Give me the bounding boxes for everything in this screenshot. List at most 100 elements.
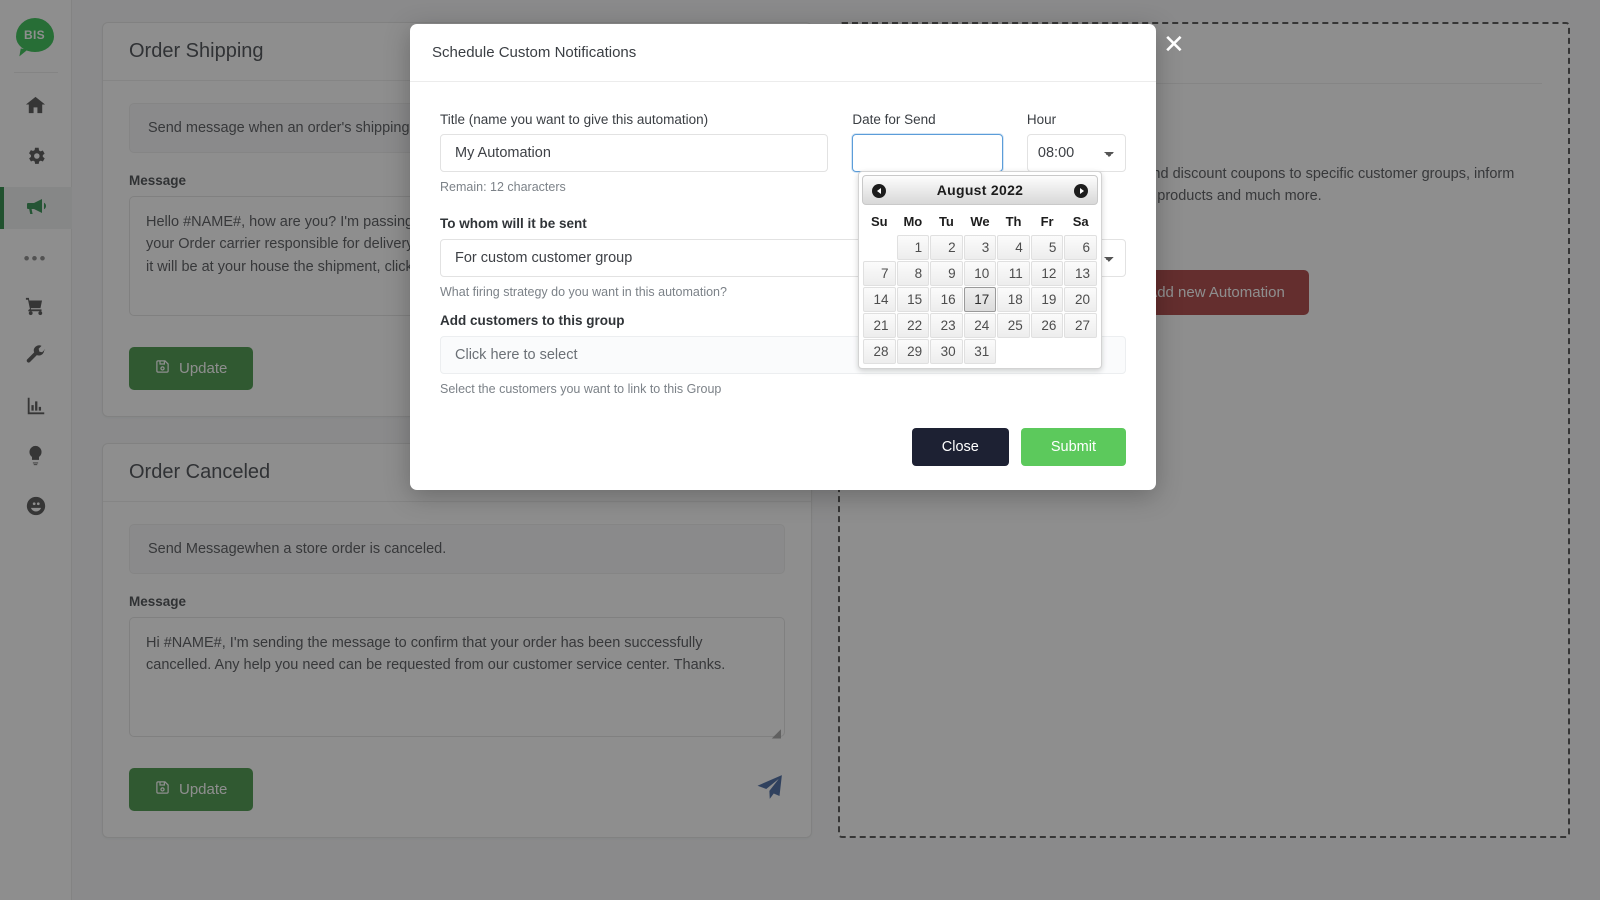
weekday-head: We (964, 209, 997, 234)
datepicker-day[interactable]: 1 (897, 235, 930, 260)
datepicker-day[interactable]: 6 (1064, 235, 1097, 260)
datepicker-day-cell[interactable]: 9 (930, 261, 963, 286)
datepicker-month-year: August 2022 (937, 182, 1024, 198)
date-for-send-input[interactable] (852, 134, 1003, 172)
datepicker-day[interactable]: 21 (863, 313, 896, 338)
weekday-head: Mo (897, 209, 930, 234)
datepicker-day-cell[interactable]: 31 (964, 339, 997, 364)
datepicker-day[interactable]: 14 (863, 287, 896, 312)
datepicker-day[interactable]: 7 (863, 261, 896, 286)
datepicker-day[interactable]: 26 (1031, 313, 1064, 338)
title-field-group: Title (name you want to give this automa… (440, 112, 828, 194)
hour-select[interactable]: 08:00 (1027, 134, 1126, 172)
modal-title: Schedule Custom Notifications (432, 44, 636, 61)
datepicker-day-cell[interactable]: 14 (863, 287, 896, 312)
datepicker-day-cell[interactable]: 15 (897, 287, 930, 312)
date-field-label: Date for Send (852, 112, 1003, 127)
datepicker-day-cell[interactable]: 22 (897, 313, 930, 338)
chevron-right-icon[interactable] (1071, 181, 1091, 201)
datepicker-day[interactable]: 15 (897, 287, 930, 312)
hour-field-label: Hour (1027, 112, 1126, 127)
datepicker-day-empty (1031, 339, 1064, 364)
weekday-head: Su (863, 209, 896, 234)
datepicker-day-cell[interactable]: 7 (863, 261, 896, 286)
datepicker-day[interactable]: 9 (930, 261, 963, 286)
datepicker-week-row: 14151617181920 (863, 287, 1097, 312)
datepicker-day[interactable]: 3 (964, 235, 997, 260)
app-root: BIS ••• (0, 0, 1600, 900)
datepicker-day-cell[interactable]: 6 (1064, 235, 1097, 260)
datepicker-day-cell[interactable]: 2 (930, 235, 963, 260)
datepicker-day-cell[interactable]: 21 (863, 313, 896, 338)
datepicker-header: August 2022 (862, 175, 1098, 205)
weekday-head: Th (997, 209, 1030, 234)
datepicker-day[interactable]: 22 (897, 313, 930, 338)
datepicker-day-cell[interactable]: 8 (897, 261, 930, 286)
datepicker-day[interactable]: 20 (1064, 287, 1097, 312)
datepicker-day-cell[interactable]: 23 (930, 313, 963, 338)
datepicker-day-cell[interactable]: 29 (897, 339, 930, 364)
datepicker-day[interactable]: 12 (1031, 261, 1064, 286)
datepicker-day-cell[interactable]: 27 (1064, 313, 1097, 338)
datepicker-body: 1234567891011121314151617181920212223242… (863, 235, 1097, 364)
datepicker-day-cell[interactable]: 18 (997, 287, 1030, 312)
title-field-hint: Remain: 12 characters (440, 180, 828, 194)
datepicker-day-cell[interactable]: 3 (964, 235, 997, 260)
datepicker-day-cell[interactable]: 1 (897, 235, 930, 260)
close-button[interactable]: Close (912, 428, 1009, 466)
weekday-head: Sa (1064, 209, 1097, 234)
datepicker-day[interactable]: 28 (863, 339, 896, 364)
modal-footer: Close Submit (410, 412, 1156, 490)
datepicker-day-cell[interactable]: 17 (964, 287, 997, 312)
customers-select-placeholder: Click here to select (455, 347, 578, 363)
datepicker-day-cell[interactable]: 19 (1031, 287, 1064, 312)
prev-month-circle (872, 184, 886, 198)
datepicker-day-cell[interactable]: 11 (997, 261, 1030, 286)
datepicker-day[interactable]: 31 (964, 339, 997, 364)
datepicker-day-cell[interactable]: 16 (930, 287, 963, 312)
datepicker-week-row: 123456 (863, 235, 1097, 260)
datepicker-day[interactable]: 2 (930, 235, 963, 260)
close-icon[interactable]: ✕ (1163, 31, 1185, 57)
datepicker-day-cell[interactable]: 10 (964, 261, 997, 286)
datepicker-day[interactable]: 4 (997, 235, 1030, 260)
customers-field-hint: Select the customers you want to link to… (440, 382, 1126, 396)
datepicker-day[interactable]: 24 (964, 313, 997, 338)
datepicker-day-cell[interactable]: 26 (1031, 313, 1064, 338)
submit-button[interactable]: Submit (1021, 428, 1126, 466)
weekday-head: Tu (930, 209, 963, 234)
datepicker-day-cell[interactable]: 30 (930, 339, 963, 364)
datepicker-day[interactable]: 25 (997, 313, 1030, 338)
datepicker: August 2022 Su Mo Tu We Th Fr Sa 1234567… (858, 171, 1102, 369)
datepicker-week-row: 21222324252627 (863, 313, 1097, 338)
weekday-head: Fr (1031, 209, 1064, 234)
datepicker-day-cell[interactable]: 28 (863, 339, 896, 364)
datepicker-day-cell[interactable]: 20 (1064, 287, 1097, 312)
datepicker-day[interactable]: 10 (964, 261, 997, 286)
automation-title-input[interactable] (440, 134, 828, 172)
datepicker-day-empty (997, 339, 1030, 364)
datepicker-day[interactable]: 19 (1031, 287, 1064, 312)
datepicker-day-cell[interactable]: 25 (997, 313, 1030, 338)
datepicker-day[interactable]: 5 (1031, 235, 1064, 260)
datepicker-day-empty (863, 235, 896, 260)
datepicker-day[interactable]: 30 (930, 339, 963, 364)
datepicker-day[interactable]: 29 (897, 339, 930, 364)
datepicker-weekday-row: Su Mo Tu We Th Fr Sa (863, 209, 1097, 234)
datepicker-day[interactable]: 18 (997, 287, 1030, 312)
datepicker-day[interactable]: 23 (930, 313, 963, 338)
chevron-left-icon[interactable] (869, 181, 889, 201)
datepicker-day[interactable]: 17 (964, 287, 997, 312)
datepicker-day[interactable]: 27 (1064, 313, 1097, 338)
datepicker-day-cell[interactable]: 13 (1064, 261, 1097, 286)
datepicker-day-cell[interactable]: 4 (997, 235, 1030, 260)
datepicker-day-cell[interactable]: 5 (1031, 235, 1064, 260)
datepicker-day[interactable]: 13 (1064, 261, 1097, 286)
datepicker-day[interactable]: 8 (897, 261, 930, 286)
modal-header: Schedule Custom Notifications (410, 24, 1156, 82)
datepicker-day-cell[interactable]: 24 (964, 313, 997, 338)
datepicker-day-cell[interactable]: 12 (1031, 261, 1064, 286)
datepicker-day[interactable]: 11 (997, 261, 1030, 286)
title-field-label: Title (name you want to give this automa… (440, 112, 828, 127)
datepicker-day[interactable]: 16 (930, 287, 963, 312)
